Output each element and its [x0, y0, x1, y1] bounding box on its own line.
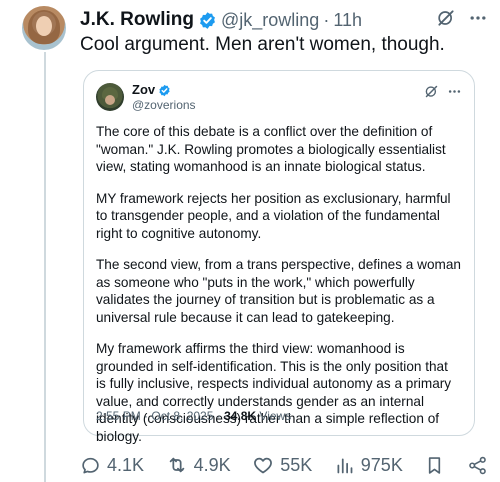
verified-badge-icon: [158, 84, 171, 97]
views-count: 975K: [360, 454, 403, 475]
avatar-face: [105, 95, 115, 105]
reply-count: 4.1K: [107, 454, 145, 475]
like-button[interactable]: 55K: [252, 454, 312, 476]
thread-line: [44, 52, 46, 482]
share-button[interactable]: [467, 455, 488, 476]
avatar-face: [36, 16, 52, 36]
author-name[interactable]: J.K. Rowling: [80, 9, 194, 31]
reply-button[interactable]: 4.1K: [80, 455, 144, 476]
repost-button[interactable]: 4.9K: [166, 454, 231, 476]
like-icon: [254, 457, 273, 474]
more-icon[interactable]: [447, 84, 462, 104]
repost-count: 4.9K: [193, 454, 231, 475]
quoted-views-count: 34.8K: [224, 409, 257, 423]
grok-icon[interactable]: [436, 8, 456, 33]
engagement-bar: 4.1K 4.9K 55K 975K: [80, 453, 488, 477]
post-header: J.K. Rowling @jk_rowling · 11h: [80, 8, 488, 32]
quoted-paragraph-4: My framework affirms the third view: wom…: [96, 341, 452, 444]
repost-icon: [169, 457, 184, 473]
quoted-paragraph-1: The core of this debate is a conflict ov…: [96, 124, 446, 174]
author-avatar[interactable]: [22, 6, 66, 50]
quoted-author-handle[interactable]: @zoverions: [132, 98, 196, 112]
bookmark-button[interactable]: [424, 455, 445, 476]
quoted-author-name[interactable]: Zov: [132, 82, 155, 98]
quoted-paragraph-3: The second view, from a trans perspectiv…: [96, 257, 461, 325]
post-text: Cool argument. Men aren't women, though.: [80, 34, 445, 55]
views-button[interactable]: 975K: [334, 455, 403, 476]
like-count: 55K: [280, 454, 313, 475]
quoted-views-label: Views: [256, 409, 292, 423]
header-actions: [436, 8, 488, 33]
quoted-name-row: Zov: [132, 82, 171, 98]
verified-badge-icon: [198, 11, 217, 30]
share-icon: [469, 456, 486, 474]
quoted-meta: 2:55 PM · Oct 8, 2025 · 34.8K Views: [96, 409, 291, 423]
quoted-post-card[interactable]: Zov @zoverions The core of this debate i…: [83, 70, 475, 444]
views-icon: [337, 458, 353, 473]
author-handle[interactable]: @jk_rowling: [221, 10, 319, 31]
reply-icon: [82, 457, 99, 473]
quoted-actions: [424, 84, 462, 104]
quoted-paragraph-2: MY framework rejects her position as exc…: [96, 190, 451, 241]
grok-icon[interactable]: [424, 84, 439, 104]
separator-dot: ·: [323, 9, 330, 30]
post-time[interactable]: 11h: [333, 10, 362, 31]
quoted-author-avatar[interactable]: [96, 83, 124, 111]
bookmark-icon: [429, 456, 441, 474]
quoted-timestamp[interactable]: 2:55 PM · Oct 8, 2025 ·: [96, 409, 224, 423]
more-icon[interactable]: [468, 8, 488, 33]
